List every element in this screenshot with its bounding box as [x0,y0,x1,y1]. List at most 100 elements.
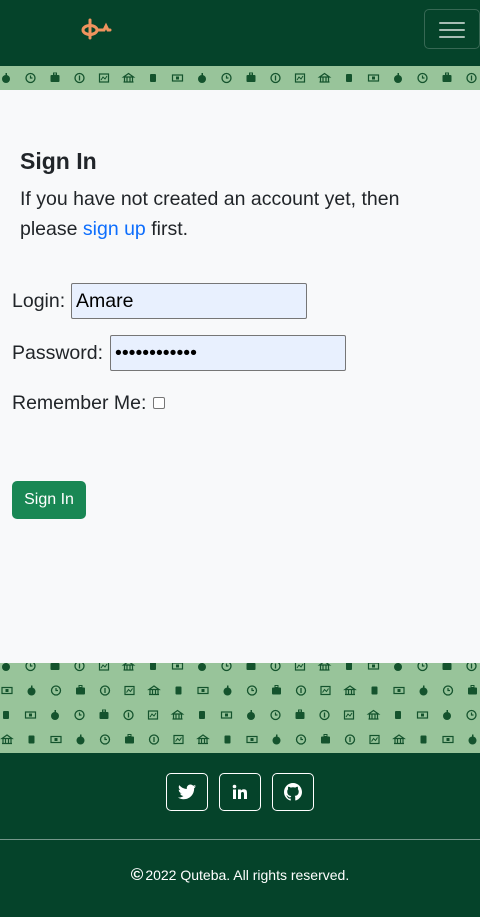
pattern-glyph [466,663,477,672]
top-navbar [0,0,480,66]
menu-toggle-button[interactable] [424,9,480,49]
pattern-glyph [123,709,134,721]
pattern-glyph [76,734,85,745]
pattern-glyph [417,72,428,84]
pattern-glyph [317,72,332,83]
pattern-glyph [320,685,331,696]
pattern-glyph [466,709,477,721]
twitter-link[interactable] [166,773,208,811]
pattern-glyph [344,734,356,745]
pattern-glyph [392,734,406,745]
pattern-glyph [1,686,13,695]
github-link[interactable] [272,773,314,811]
pattern-glyph [295,709,305,719]
pattern-glyph [270,709,281,721]
login-label: Login: [12,290,66,312]
pattern-glyph [147,685,161,696]
copyright-icon: © [130,865,144,884]
pattern-glyph [466,72,477,84]
login-input[interactable] [71,283,307,319]
pattern-glyph [74,72,85,84]
pattern-glyph [442,72,452,82]
pattern-glyph [468,734,477,745]
pattern-glyph [343,710,355,720]
pattern-glyph [24,711,37,719]
pattern-glyph [98,663,110,671]
pattern-glyph [51,710,59,720]
pattern-glyph [223,685,232,696]
pattern-glyph [224,735,231,744]
pattern-glyph [28,735,35,744]
remember-me-label: Remember Me: [12,392,147,414]
pattern-glyph [442,685,454,696]
pattern-glyph [121,663,136,671]
pattern-glyph [346,663,352,670]
pattern-glyph [272,734,281,745]
pattern-glyph [366,709,381,720]
brand-logo-icon[interactable] [80,16,114,44]
pattern-glyph [76,685,85,695]
pattern-glyph [221,72,232,84]
pattern-glyph [170,709,185,720]
pattern-glyph [198,663,206,671]
pattern-glyph [246,735,258,744]
password-input[interactable] [110,335,346,371]
pattern-glyph [125,734,134,744]
pattern-glyph [99,734,111,745]
pattern-glyph [121,72,136,83]
pattern-glyph [98,73,110,83]
pattern-glyph [246,663,256,670]
pattern-glyph [27,685,36,696]
hamburger-menu-icon [439,22,465,24]
pattern-glyph [443,710,451,720]
pattern-glyph [321,734,330,744]
pattern-glyph [50,663,60,670]
pattern-glyph [221,663,232,672]
pattern-glyph [442,663,452,670]
pattern-glyph [295,734,307,745]
pattern-glyph [272,685,281,695]
pattern-glyph [442,735,454,744]
signin-content: Sign In If you have not created an accou… [0,90,480,663]
pattern-glyph [50,685,62,696]
pattern-glyph [294,73,306,83]
pattern-glyph [393,686,405,695]
pattern-glyph [171,74,184,82]
pattern-glyph [74,663,85,672]
decorative-pattern-block [0,663,480,753]
page-title: Sign In [20,148,97,174]
pattern-glyph [295,685,307,696]
pattern-glyph [150,74,156,82]
pattern-glyph [246,685,258,696]
sign-in-button[interactable]: Sign In [12,481,86,519]
linkedin-icon [232,784,247,799]
pattern-glyph [2,73,10,83]
pattern-glyph [369,734,380,745]
footer-divider [0,839,480,840]
pattern-glyph [420,735,427,744]
pattern-glyph [294,663,306,671]
pattern-glyph [175,686,182,695]
pattern-glyph [2,663,10,671]
linkedin-link[interactable] [219,773,261,811]
site-footer: © 2022 Quteba. All rights reserved. [0,753,480,917]
pattern-glyph [124,685,135,696]
pattern-glyph [99,709,109,719]
pattern-glyph [147,710,159,720]
pattern-glyph [346,74,352,82]
signup-link[interactable]: sign up [83,218,146,240]
pattern-glyph [270,663,281,672]
pattern-glyph [417,663,428,672]
decorative-pattern-strip [0,66,480,90]
pattern-glyph [173,734,184,745]
pattern-glyph [150,663,156,670]
pattern-glyph [247,710,255,720]
pattern-glyph [50,735,62,744]
twitter-icon [178,784,196,800]
github-icon [284,783,302,801]
pattern-glyph [468,685,477,695]
pattern-glyph [99,685,111,696]
pattern-glyph [246,72,256,82]
pattern-glyph [317,663,332,671]
remember-me-checkbox[interactable] [153,397,165,409]
